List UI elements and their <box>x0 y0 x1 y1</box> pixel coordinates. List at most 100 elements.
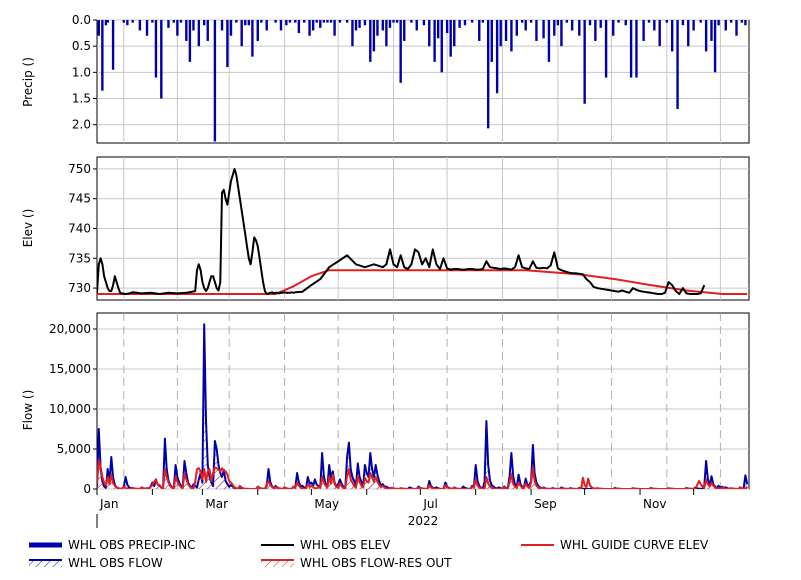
precip-bar <box>351 20 354 47</box>
y-tick-label: 0 <box>83 482 91 496</box>
precip-bar <box>256 20 259 41</box>
legend-label-flow: WHL OBS FLOW <box>68 556 163 570</box>
x-tick-label: Mar <box>205 497 228 511</box>
precip-bar <box>490 20 493 62</box>
x-tick-label: Sep <box>534 497 557 511</box>
precip-bar <box>713 20 717 73</box>
precip-bar <box>453 20 456 47</box>
precip-bar <box>240 20 243 47</box>
precip-bar <box>570 20 574 31</box>
precip-bar <box>635 20 638 78</box>
precip-bar <box>665 20 669 23</box>
precip-bar <box>642 20 645 41</box>
precip-bar <box>381 20 385 31</box>
y-tick-label: 10,000 <box>49 402 91 416</box>
precip-bar <box>594 20 597 41</box>
precip-bar <box>315 20 318 23</box>
precip-bar <box>265 20 268 31</box>
precip-bar <box>624 20 627 26</box>
precip-bar <box>338 20 342 23</box>
precip-bar <box>458 20 461 28</box>
precip-bar <box>226 20 229 68</box>
legend-item-guide-curve: WHL GUIDE CURVE ELEV <box>521 538 709 552</box>
precip-y-axis-label: Precip () <box>21 57 35 107</box>
precip-bar <box>126 20 129 26</box>
elev-panel: 730 735 740 745 750 Elev () <box>21 156 750 301</box>
x-tick-label: Jul <box>422 497 437 511</box>
y-tick-label: 730 <box>68 281 91 295</box>
precip-bar <box>629 20 633 78</box>
precip-bar <box>704 20 708 52</box>
precip-bar <box>535 20 538 41</box>
precip-bar <box>588 20 592 26</box>
precip-bar <box>599 20 602 28</box>
precip-bar <box>206 20 209 41</box>
legend-item-elev: WHL OBS ELEV <box>261 538 391 552</box>
precip-bar <box>138 20 142 31</box>
precip-bar <box>729 20 733 23</box>
precip-bar <box>220 20 224 31</box>
precip-bar <box>415 20 418 31</box>
x-tick-label: May <box>314 497 339 511</box>
precip-bar <box>395 20 399 23</box>
precip-bar <box>308 20 311 36</box>
precip-bar <box>160 20 163 99</box>
y-tick-label: 745 <box>68 192 91 206</box>
precip-bar <box>647 20 651 23</box>
precip-bar <box>403 20 406 41</box>
flow-panel: 0 5,000 10,000 15,000 20,000 Flow () <box>21 312 750 496</box>
precip-bar <box>303 20 306 23</box>
precip-bar <box>274 20 277 23</box>
precip-bar <box>363 20 367 26</box>
precip-bar <box>578 20 581 36</box>
precip-bar <box>345 20 349 23</box>
precip-bar <box>612 20 615 36</box>
precip-panel: 0.0 0.5 1.0 1.5 2.0 Precip () <box>21 13 750 144</box>
precip-bar <box>687 20 690 47</box>
precip-bar <box>179 20 183 23</box>
flow-y-axis-label: Flow () <box>21 390 35 431</box>
precip-bar <box>487 20 490 129</box>
precip-bar <box>547 20 551 62</box>
elev-y-ticks: 730 735 740 745 750 <box>68 162 97 295</box>
legend-label-precip: WHL OBS PRECIP-INC <box>68 538 196 552</box>
y-tick-label: 0.5 <box>72 39 91 53</box>
precip-bar <box>440 20 443 73</box>
precip-bar <box>735 20 738 36</box>
legend-label-elev: WHL OBS ELEV <box>300 538 391 552</box>
precip-bar <box>428 20 431 47</box>
precip-bar <box>699 20 702 23</box>
flow-plot-area <box>96 312 750 490</box>
precip-bar <box>294 20 297 23</box>
precip-bar <box>504 20 508 41</box>
flow-y-ticks: 0 5,000 10,000 15,000 20,000 <box>49 322 97 496</box>
precip-bar <box>185 20 188 41</box>
precip-bar <box>251 20 254 57</box>
precip-bar <box>717 20 720 26</box>
precip-bar <box>583 20 586 104</box>
precip-bar <box>388 20 392 28</box>
precip-bar <box>329 20 333 23</box>
precip-bar <box>676 20 679 109</box>
y-tick-label: 750 <box>68 162 91 176</box>
y-tick-label: 15,000 <box>49 362 91 376</box>
precip-bar <box>433 20 436 62</box>
precip-bar <box>285 20 288 26</box>
precip-bar <box>213 20 217 142</box>
precip-bar <box>553 20 556 36</box>
legend-label-guide-curve: WHL GUIDE CURVE ELEV <box>560 538 709 552</box>
precip-bar <box>617 20 620 23</box>
precip-bar <box>247 20 251 26</box>
precip-bar <box>333 20 336 36</box>
precip-bar <box>681 20 685 26</box>
precip-bar <box>154 20 158 78</box>
legend-item-flow: WHL OBS FLOW <box>29 556 163 570</box>
precip-bar <box>478 20 481 41</box>
precip-bar <box>229 20 233 36</box>
precip-bar <box>311 20 315 31</box>
precip-bar <box>499 20 502 47</box>
precip-bar <box>176 20 179 36</box>
precip-bar <box>692 20 695 31</box>
precip-bar <box>372 20 376 52</box>
precip-bar <box>101 20 104 91</box>
